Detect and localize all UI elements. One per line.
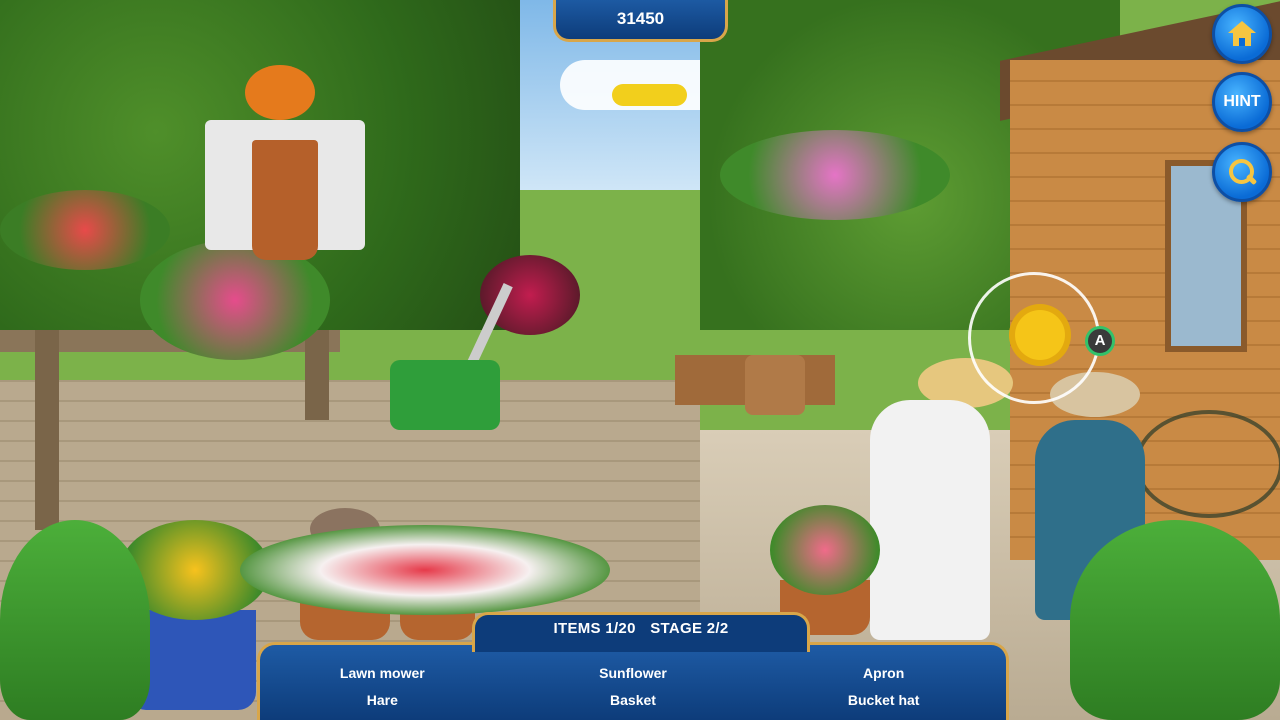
hint-button[interactable]: HINT	[1212, 72, 1272, 132]
focus-circle	[968, 272, 1100, 404]
magnifier-icon	[1227, 157, 1258, 187]
helicopter[interactable]	[612, 84, 687, 106]
score-display: 31450	[553, 0, 728, 42]
pumpkin-head	[245, 65, 315, 120]
status-header: ITEMS 1/20 STAGE 2/2	[472, 620, 810, 637]
fern-left	[0, 520, 150, 720]
potted-flowers	[770, 505, 880, 595]
item-entry[interactable]: Sunflower	[508, 660, 759, 687]
hint-label: HINT	[1223, 93, 1261, 110]
lawn-mower[interactable]	[390, 360, 500, 430]
deck-post	[305, 330, 329, 420]
hint-marker[interactable]: A	[1085, 326, 1115, 356]
item-entry[interactable]: Basket	[508, 687, 759, 714]
bicycle	[1135, 410, 1280, 518]
item-entry[interactable]: Bucket hat	[758, 687, 1009, 714]
begonias	[240, 525, 610, 615]
item-grid: Lawn mower Sunflower Apron Hare Basket B…	[257, 660, 1009, 712]
woman-gardener	[870, 400, 990, 640]
flower-bed	[0, 190, 170, 270]
house-icon	[1228, 21, 1256, 47]
items-counter: ITEMS 1/20	[553, 620, 636, 637]
zoom-button[interactable]	[1212, 142, 1272, 202]
item-entry[interactable]: Hare	[257, 687, 508, 714]
hanging-flowers	[720, 130, 950, 220]
home-button[interactable]	[1212, 4, 1272, 64]
fern-right	[1070, 520, 1280, 720]
stage-counter: STAGE 2/2	[650, 620, 729, 637]
deck-post	[35, 330, 59, 530]
apron[interactable]	[252, 140, 318, 260]
item-entry[interactable]: Lawn mower	[257, 660, 508, 687]
item-entry[interactable]: Apron	[758, 660, 1009, 687]
basket[interactable]	[745, 355, 805, 415]
